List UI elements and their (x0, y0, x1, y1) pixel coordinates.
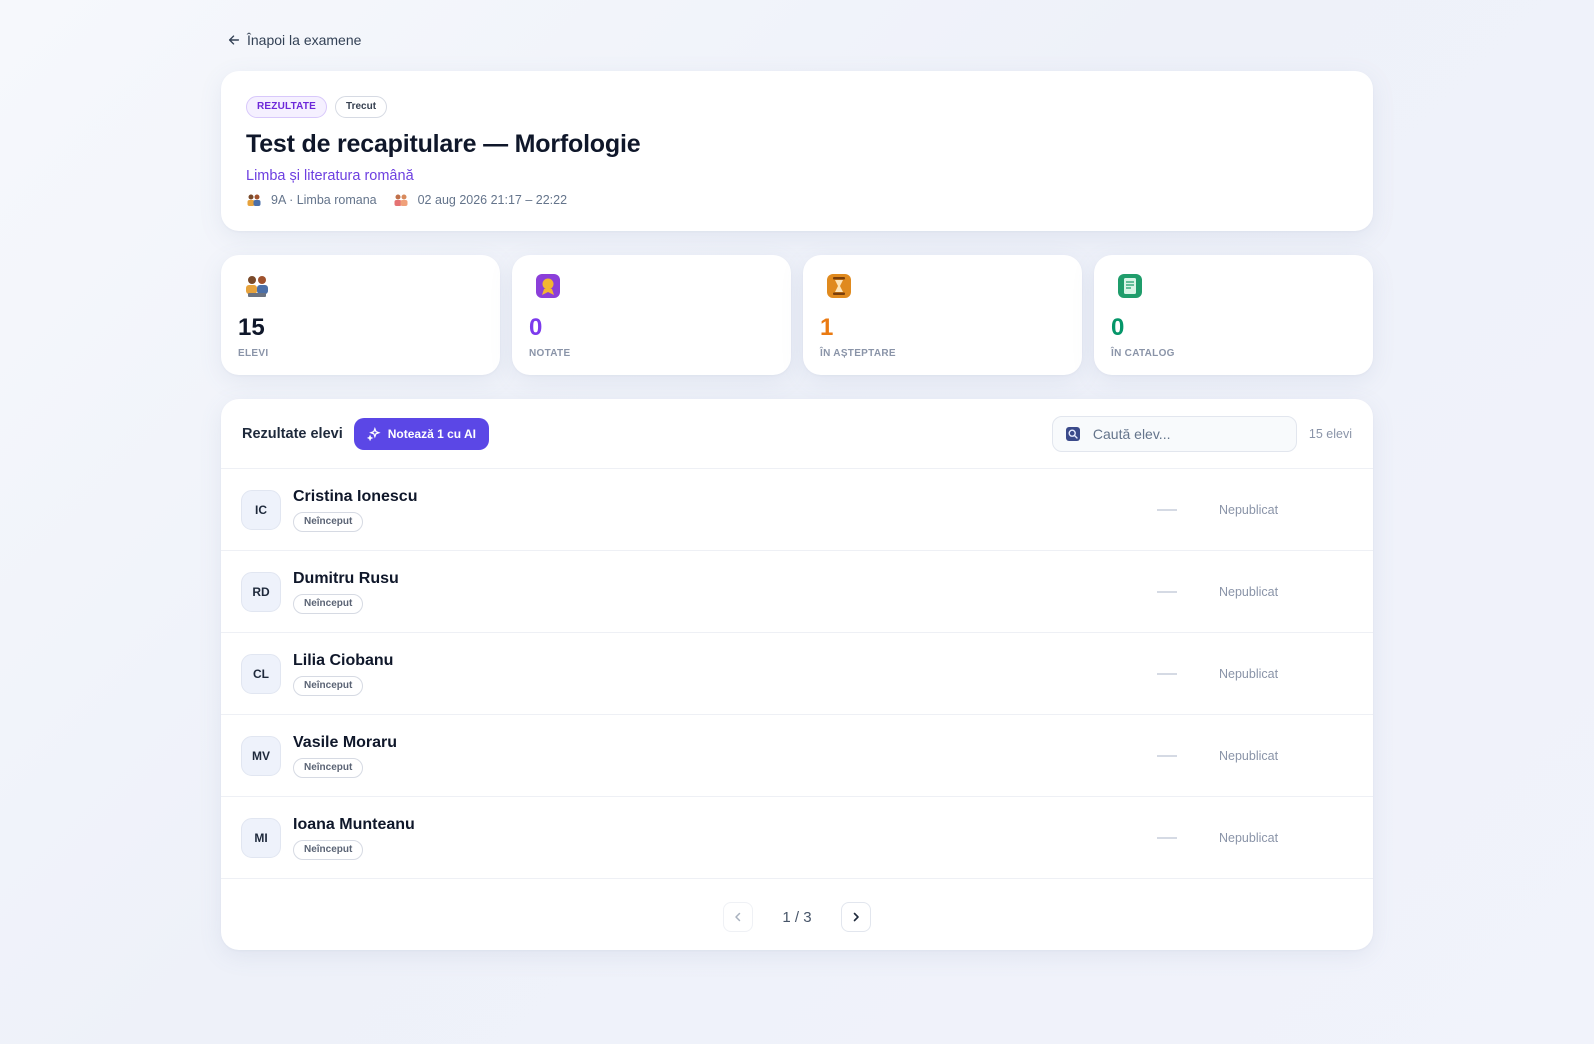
students-icon (246, 276, 268, 297)
publication-status: Nepublicat (1219, 830, 1279, 845)
exam-header-card: REZULTATE Trecut Test de recapitulare — … (221, 71, 1373, 231)
status-badge: Neînceput (293, 511, 364, 532)
grade-placeholder (1157, 754, 1177, 757)
stat-value-graded: 0 (529, 314, 543, 341)
pagination: 1 / 3 (221, 902, 1373, 932)
student-name: Dumitru Rusu (293, 569, 399, 587)
stat-label-graded: NOTATE (529, 348, 571, 359)
prev-page-button[interactable] (723, 902, 753, 932)
stat-card-students: 15 ELEVI (221, 255, 500, 375)
arrow-left-icon (228, 35, 240, 45)
stat-label-students: ELEVI (238, 348, 269, 359)
avatar: RD (241, 571, 281, 612)
exam-datetime: 02 aug 2026 21:17 – 22:22 (417, 193, 568, 207)
sparkles-icon (366, 426, 381, 441)
avatar: MV (241, 735, 281, 776)
search-input[interactable] (1092, 425, 1273, 442)
table-row[interactable]: IC Cristina Ionescu Neînceput Nepublicat (221, 469, 1373, 551)
back-label: Înapoi la examene (247, 32, 362, 48)
stat-label-pending: ÎN AȘTEPTARE (820, 348, 896, 359)
ledger-icon (1118, 274, 1142, 298)
table-row[interactable]: CL Lilia Ciobanu Neînceput Nepublicat (221, 633, 1373, 715)
stat-card-catalog: 0 ÎN CATALOG (1094, 255, 1373, 375)
stat-value-catalog: 0 (1111, 314, 1125, 341)
stat-label-catalog: ÎN CATALOG (1111, 348, 1175, 359)
student-name: Vasile Moraru (293, 733, 398, 751)
student-name: Lilia Ciobanu (293, 651, 394, 669)
chevron-right-icon (853, 912, 859, 922)
results-card: Rezultate elevi Notează 1 cu AI 15 elevi (221, 399, 1373, 950)
student-count: 15 elevi (1308, 426, 1352, 441)
exam-subject: Limba și literatura română (246, 168, 414, 184)
stat-value-students: 15 (238, 314, 265, 341)
student-name: Cristina Ionescu (293, 487, 418, 505)
status-tag: Trecut (335, 96, 388, 118)
class-info: 9A · Limba romana (271, 193, 377, 207)
status-badge: Neînceput (293, 839, 364, 860)
chevron-left-icon (735, 912, 741, 922)
publication-status: Nepublicat (1219, 584, 1279, 599)
ai-grade-label: Notează 1 cu AI (387, 426, 476, 441)
people-icon (394, 194, 408, 206)
medal-icon (536, 274, 560, 298)
stat-value-pending: 1 (820, 314, 834, 341)
publication-status: Nepublicat (1219, 502, 1279, 517)
status-badge: Neînceput (293, 593, 364, 614)
exam-title: Test de recapitulare — Morfologie (246, 130, 641, 158)
student-name: Ioana Munteanu (293, 815, 415, 833)
avatar: IC (241, 489, 281, 530)
status-badge: Neînceput (293, 675, 364, 696)
table-row[interactable]: MV Vasile Moraru Neînceput Nepublicat (221, 715, 1373, 797)
grade-placeholder (1157, 508, 1177, 511)
next-page-button[interactable] (841, 902, 871, 932)
stat-card-graded: 0 NOTATE (512, 255, 791, 375)
grade-placeholder (1157, 590, 1177, 593)
publication-status: Nepublicat (1219, 748, 1279, 763)
table-row[interactable]: MI Ioana Munteanu Neînceput Nepublicat (221, 797, 1373, 879)
avatar: CL (241, 653, 281, 694)
search-icon (1065, 426, 1080, 441)
search-box[interactable] (1051, 415, 1297, 452)
publication-status: Nepublicat (1219, 666, 1279, 681)
table-row[interactable]: RD Dumitru Rusu Neînceput Nepublicat (221, 551, 1373, 633)
back-to-exams-link[interactable]: Înapoi la examene (227, 32, 361, 48)
status-badge: Neînceput (293, 757, 364, 778)
page-indicator: 1 / 3 (782, 908, 812, 926)
ai-grade-button[interactable]: Notează 1 cu AI (353, 417, 489, 450)
results-title: Rezultate elevi (242, 425, 343, 442)
avatar: MI (241, 817, 281, 858)
students-icon (247, 194, 261, 206)
grade-placeholder (1157, 672, 1177, 675)
grade-placeholder (1157, 836, 1177, 839)
stat-card-pending: 1 ÎN AȘTEPTARE (803, 255, 1082, 375)
hourglass-icon (827, 274, 851, 298)
results-tag: REZULTATE (246, 96, 328, 118)
